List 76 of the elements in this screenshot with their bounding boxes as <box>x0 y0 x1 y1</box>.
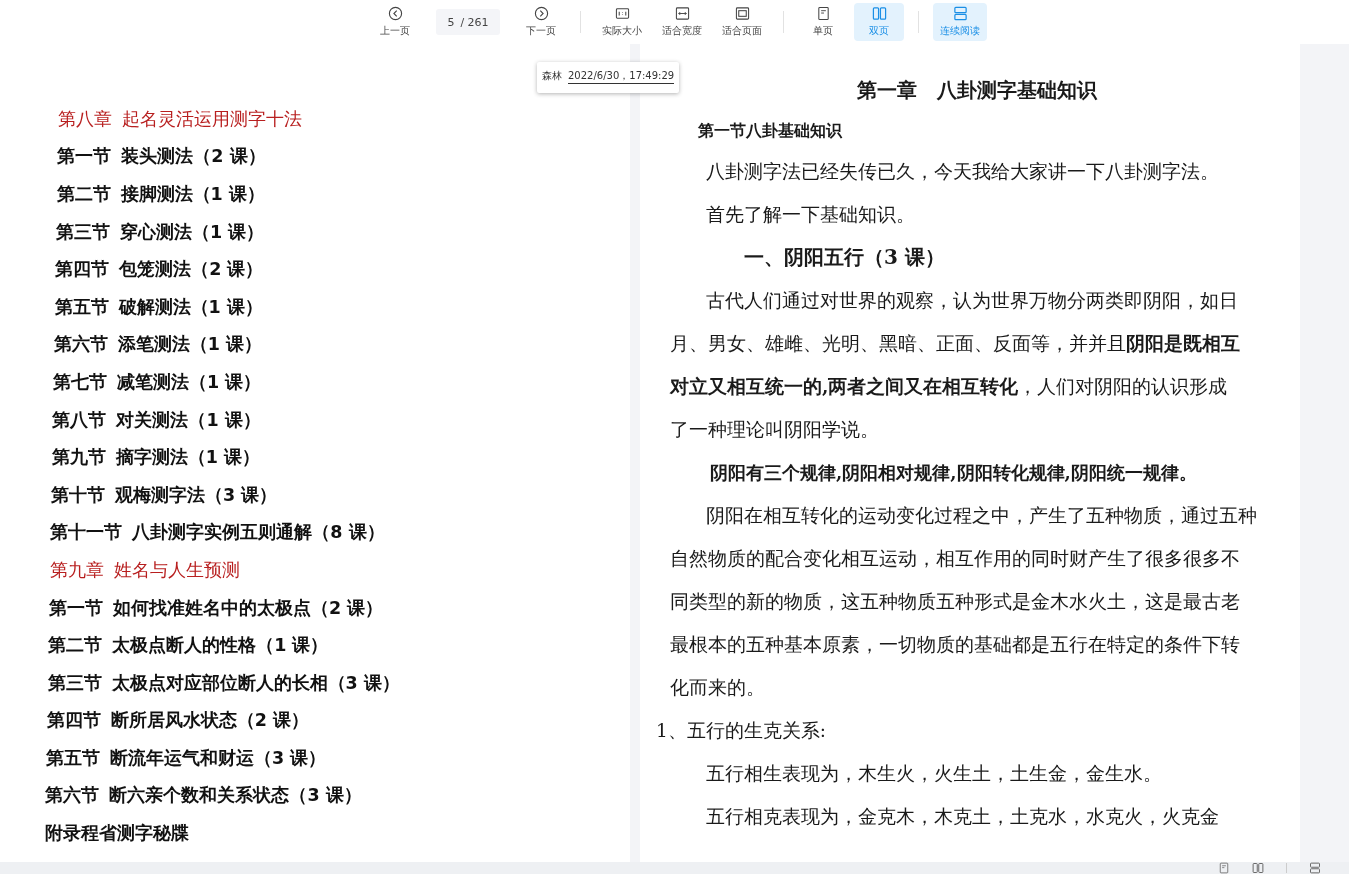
section-number: 第二节 <box>48 634 103 658</box>
section-title: 断所居风水状态（2 课） <box>110 709 310 733</box>
toolbar-button[interactable]: 上一页 <box>370 3 420 41</box>
text-line: 五行相克表现为，金克木，木克土，土克水，水克火，火克金 <box>705 805 1219 829</box>
comment-tooltip: 森林 2022/6/30，17:49:29 <box>537 62 680 93</box>
chapter-number: 第八章 <box>58 107 112 131</box>
single-page-icon[interactable] <box>1218 862 1230 874</box>
section-title: 太极点断人的性格（1 课） <box>112 634 329 658</box>
toolbar-button[interactable]: 适合页面 <box>715 3 769 41</box>
section-title: 包笼测法（2 课） <box>119 258 264 282</box>
toolbar-button[interactable]: 适合宽度 <box>655 3 709 41</box>
section-number: 第十一节 <box>50 521 123 545</box>
chapter-number: 第九章 <box>49 558 104 582</box>
toolbar-button[interactable]: 单页 <box>798 3 848 41</box>
section-number: 第十节 <box>51 483 105 507</box>
section-number: 第一节 <box>48 596 103 620</box>
text-line: 同类型的新的物质，这五种物质五种形式是金木水火土，这是最古老 <box>669 590 1240 614</box>
section-title: 破解测法（1 课） <box>118 295 263 319</box>
section-number: 第三节 <box>55 220 110 244</box>
section-title: 对关测法（1 课） <box>116 408 261 432</box>
page-number-field[interactable]: 5 / 261 <box>436 9 500 35</box>
continuous-page-icon <box>952 6 968 21</box>
section-title: 如何找准姓名中的太极点（2 课） <box>112 596 384 620</box>
text-line: 阴阳在相互转化的运动变化过程之中，产生了五种物质，通过五种 <box>705 504 1257 528</box>
chevron-left-icon <box>387 6 403 21</box>
section-title: 穿心测法（1 课） <box>119 220 265 244</box>
text-line: 阴阳有三个规律,阴阳相对规律,阴阳转化规律,阴阳统一规律。 <box>709 461 1197 485</box>
text-line: 最根本的五种基本原素，一切物质的基础都是五行在特定的条件下转 <box>669 633 1240 657</box>
text-line: 化而来的。 <box>669 676 765 700</box>
section-title: 断流年运气和财运（3 课） <box>110 746 327 770</box>
section-title: 减笔测法（1 课） <box>117 370 262 394</box>
text-line: 八卦测字法已经失传已久，今天我给大家讲一下八卦测字法。 <box>705 160 1219 184</box>
section-heading: 第一节八卦基础知识 <box>697 120 842 142</box>
section-title: 八卦测字实例五则通解（8 课） <box>132 521 385 545</box>
text-line: 五行相生表现为，木生火，火生土，土生金，金生水。 <box>705 762 1162 786</box>
text-line: 月、男女、雄雌、光明、黑暗、正面、反面等，并并且阴阳是既相互 <box>669 332 1240 356</box>
heading: 一、阴阳五行（3 课） <box>743 244 945 271</box>
section-number: 第八节 <box>52 408 107 432</box>
toolbar-button[interactable]: 下一页 <box>516 3 566 41</box>
section-title: 接脚测法（1 课） <box>120 183 265 206</box>
double-page-icon <box>871 6 887 21</box>
section-title: 观梅测字法（3 课） <box>115 483 278 507</box>
chapter-title: 起名灵活运用测字十法 <box>122 107 302 131</box>
section-number: 第六节 <box>45 784 100 808</box>
chapter-title: 第一章 八卦测字基础知识 <box>857 77 1097 104</box>
section-number: 第四节 <box>46 709 101 733</box>
appendix-title: 附录程省测字秘牒 <box>44 822 189 846</box>
text-line: 了一种理论叫阴阳学说。 <box>669 418 879 442</box>
double-page-icon[interactable] <box>1252 862 1264 874</box>
section-title: 添笔测法（1 课） <box>117 333 263 357</box>
section-number: 第一节 <box>57 145 112 169</box>
list-item: 1、五行的生克关系: <box>655 719 826 743</box>
toolbar-button[interactable]: 实际大小 <box>595 3 649 41</box>
chevron-right-icon <box>533 6 549 21</box>
text-line: 自然物质的配合变化相互运动，相互作用的同时财产生了很多很多不 <box>669 547 1240 571</box>
section-number: 第七节 <box>53 370 108 394</box>
text-line: 古代人们通过对世界的观察，认为世界万物分两类即阴阳，如日 <box>705 289 1238 313</box>
section-number: 第二节 <box>56 183 111 206</box>
section-number: 第五节 <box>46 746 101 770</box>
section-title: 断六亲个数和关系状态（3 课） <box>109 784 362 808</box>
section-title: 装头测法（2 课） <box>121 145 266 169</box>
single-page-icon <box>815 6 831 21</box>
chapter-title: 姓名与人生预测 <box>113 558 240 582</box>
text-line: 对立又相互统一的,两者之间又在相互转化，人们对阴阳的认识形成 <box>668 375 1228 399</box>
section-number: 第四节 <box>55 258 110 282</box>
fit-page-icon <box>734 6 750 21</box>
actual-size-icon <box>614 6 630 21</box>
section-number: 第三节 <box>47 671 102 695</box>
section-number: 第六节 <box>53 333 108 357</box>
text-line: 首先了解一下基础知识。 <box>705 203 915 227</box>
fit-width-icon <box>674 6 690 21</box>
continuous-page-icon[interactable] <box>1309 862 1321 874</box>
section-title: 太极点对应部位断人的长相（3 课） <box>111 671 400 695</box>
section-title: 摘字测法（1 课） <box>115 446 260 470</box>
section-number: 第九节 <box>51 446 106 470</box>
section-number: 第五节 <box>54 295 109 319</box>
